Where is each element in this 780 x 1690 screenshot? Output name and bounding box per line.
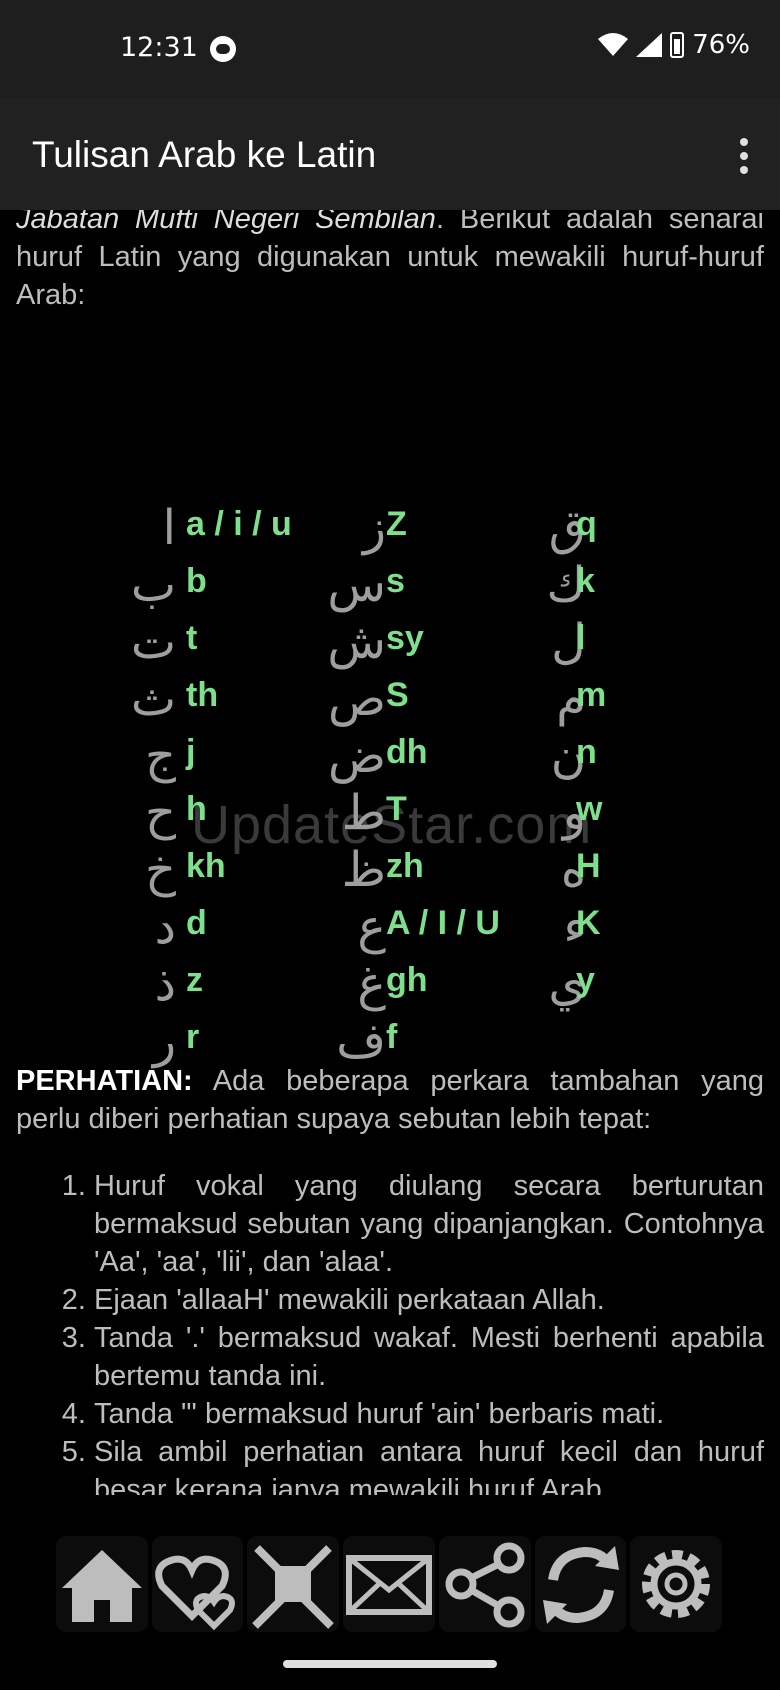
arabic-letter: ر (152, 1013, 176, 1069)
app-title: Tulisan Arab ke Latin (32, 134, 377, 175)
latin-letter: a / i / u (186, 505, 292, 543)
latin-letter: b (186, 562, 207, 600)
battery-percent: 76% (692, 30, 750, 60)
favorites-icon (154, 1555, 235, 1631)
share-button[interactable] (438, 1536, 531, 1632)
home-icon (62, 1550, 142, 1622)
arabic-letter: ت (130, 614, 176, 670)
latin-letter: gh (386, 961, 428, 999)
tools-button[interactable] (247, 1536, 340, 1632)
share-icon (445, 1542, 525, 1628)
content-scroll[interactable]: Jabatan Mufti Negeri Sembilan. Berikut a… (16, 210, 764, 1495)
list-item: Sila ambil perhatian antara huruf kecil … (94, 1433, 764, 1495)
latin-letter: q (576, 505, 597, 543)
status-bar: 12:31 76% (0, 0, 780, 98)
tools-icon (252, 1545, 335, 1629)
status-indicators: 76% (598, 30, 750, 60)
arabic-letter: س (327, 557, 386, 613)
latin-letter: dh (386, 733, 428, 771)
home-button[interactable] (56, 1536, 148, 1632)
latin-letter: h (186, 790, 207, 828)
latin-letter: kh (186, 847, 226, 885)
latin-letter: z (186, 961, 203, 999)
latin-letter: w (576, 790, 603, 828)
letter-table: UpdateStar.com اa / i / u ب b ت t ث th ج j ح h خ kh د… (16, 374, 764, 1069)
latin-letter: k (576, 562, 595, 600)
latin-letter: t (186, 619, 198, 657)
refresh-button[interactable] (534, 1536, 627, 1632)
list-item: Tanda "' bermaksud huruf 'ain' berbaris … (94, 1395, 764, 1433)
home-indicator[interactable] (283, 1660, 497, 1668)
latin-letter: sy (386, 619, 424, 657)
arabic-letter: ص (327, 671, 386, 727)
latin-letter: zh (386, 847, 424, 885)
latin-letter: j (186, 733, 196, 771)
app-bar: Tulisan Arab ke Latin (0, 98, 780, 210)
latin-letter: y (576, 961, 595, 999)
signal-icon (636, 33, 663, 57)
latin-letter: S (386, 676, 409, 714)
latin-letter: H (576, 847, 601, 885)
latin-letter: m (576, 676, 607, 714)
arabic-letter: ظ (341, 842, 386, 898)
intro-source: Jabatan Mufti Negeri Sembilan (16, 210, 436, 235)
arabic-letter: ض (327, 728, 386, 784)
arabic-letter: ج (145, 728, 176, 784)
list-item: Ejaan 'allaaH' mewakili perkataan Allah. (94, 1281, 764, 1319)
arabic-letter: ا (162, 500, 176, 556)
latin-letter: th (186, 676, 219, 714)
latin-letter: K (576, 904, 601, 942)
settings-icon (642, 1550, 711, 1618)
list-item: Huruf vokal yang diulang secara berturut… (94, 1167, 764, 1281)
notes-list: Huruf vokal yang diulang secara berturut… (16, 1167, 764, 1495)
notification-icon (210, 36, 236, 62)
latin-letter: n (576, 733, 597, 771)
bottom-toolbar (56, 1536, 726, 1632)
overflow-menu-icon[interactable] (734, 138, 754, 174)
arabic-letter: ز (362, 500, 386, 556)
latin-letter: f (386, 1018, 398, 1056)
mail-icon (346, 1555, 433, 1615)
latin-letter: s (386, 562, 405, 600)
intro-paragraph: Jabatan Mufti Negeri Sembilan. Berikut a… (16, 210, 764, 314)
arabic-letter: ف (336, 1013, 386, 1069)
latin-letter: T (386, 790, 407, 828)
arabic-letter: خ (145, 842, 176, 898)
list-item: Tanda '.' bermaksud wakaf. Mesti berhent… (94, 1319, 764, 1395)
arabic-letter: غ (357, 956, 386, 1012)
arabic-letter: د (154, 899, 176, 955)
latin-letter: d (186, 904, 207, 942)
arabic-letter: ث (130, 671, 176, 727)
status-time: 12:31 (120, 32, 198, 63)
arabic-letter: ط (341, 785, 386, 841)
latin-letter: Z (386, 505, 407, 543)
mail-button[interactable] (343, 1536, 435, 1632)
favorites-button[interactable] (151, 1536, 244, 1632)
refresh-icon (542, 1546, 619, 1624)
settings-button[interactable] (630, 1536, 723, 1632)
arabic-letter: ذ (154, 956, 176, 1012)
battery-icon (670, 32, 685, 58)
latin-letter: A / I / U (386, 904, 500, 942)
notice-label: PERHATIAN: (16, 1065, 193, 1097)
arabic-letter: ع (357, 899, 386, 955)
arabic-letter: ح (145, 785, 176, 841)
arabic-letter: ب (130, 557, 176, 613)
arabic-letter: ش (327, 614, 386, 670)
latin-letter: l (576, 619, 586, 657)
notice-paragraph: PERHATIAN: Ada beberapa perkara tambahan… (16, 1062, 764, 1138)
latin-letter: r (186, 1018, 200, 1056)
wifi-icon (598, 33, 629, 56)
